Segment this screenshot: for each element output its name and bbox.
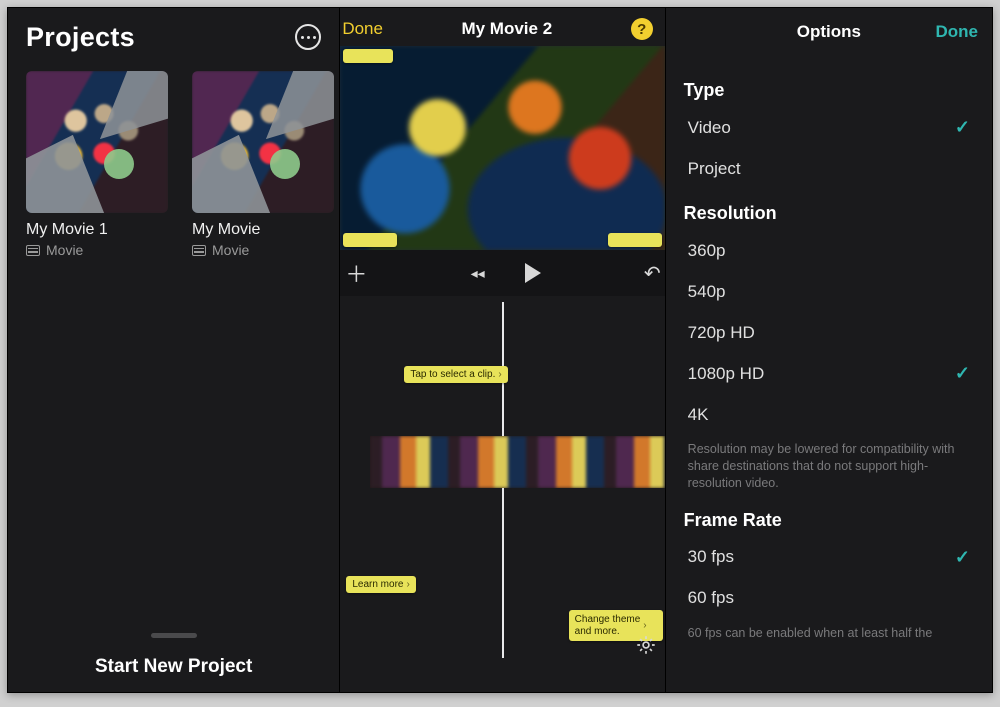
project-item[interactable]: My Movie Movie <box>192 71 334 258</box>
option-row-project[interactable]: Project ✓ <box>666 148 992 189</box>
skip-back-icon[interactable]: ◂◂ <box>471 265 485 282</box>
checkmark-icon: ✓ <box>955 117 970 138</box>
option-row-720p[interactable]: 720p HD ✓ <box>666 312 992 353</box>
help-icon[interactable]: ? <box>631 18 653 40</box>
projects-grid: My Movie 1 Movie My Movie Movie <box>8 57 339 258</box>
sheet-grabber[interactable] <box>151 633 197 638</box>
chevron-right-icon: › <box>643 620 646 632</box>
project-thumbnail[interactable] <box>26 71 168 213</box>
add-media-icon[interactable]: ＋ <box>344 257 367 289</box>
option-row-video[interactable]: Video ✓ <box>666 107 992 148</box>
checkmark-icon: ✓ <box>955 363 970 384</box>
done-button[interactable]: Done <box>936 22 979 42</box>
tooltip-tip[interactable] <box>608 233 662 247</box>
movie-title: My Movie 2 <box>461 19 552 39</box>
project-name: My Movie <box>192 221 334 239</box>
done-button[interactable]: Done <box>340 19 383 39</box>
start-new-project-button[interactable]: Start New Project <box>8 656 339 678</box>
checkmark-icon: ✓ <box>955 547 970 568</box>
tooltip-tip[interactable] <box>343 233 397 247</box>
framerate-note: 60 fps can be enabled when at least half… <box>666 619 992 646</box>
projects-panel: Projects My Movie 1 Movie My Mov <box>8 8 340 692</box>
option-row-540p[interactable]: 540p ✓ <box>666 271 992 312</box>
settings-gear-icon[interactable] <box>635 634 657 656</box>
more-icon[interactable] <box>295 24 321 50</box>
tooltip-tip[interactable] <box>343 49 393 63</box>
tooltip-learn-more[interactable]: Learn more › <box>346 576 415 593</box>
movie-icon <box>192 245 206 256</box>
video-preview[interactable] <box>340 46 664 250</box>
section-label-framerate: Frame Rate <box>666 496 992 537</box>
timeline-clip[interactable] <box>370 436 664 488</box>
project-name: My Movie 1 <box>26 221 168 239</box>
editor-panel: Done My Movie 2 ? ＋ ◂◂ ↶ Tap to select a… <box>340 8 665 692</box>
undo-icon[interactable]: ↶ <box>644 261 661 286</box>
option-row-4k[interactable]: 4K ✓ <box>666 394 992 435</box>
tooltip-select-clip[interactable]: Tap to select a clip. › <box>404 366 507 383</box>
section-label-type: Type <box>666 74 992 107</box>
movie-icon <box>26 245 40 256</box>
options-panel: Options Done Type Video ✓ Project ✓ Reso… <box>666 8 992 692</box>
timeline[interactable]: Tap to select a clip. › Learn more › Cha… <box>340 296 664 664</box>
play-icon[interactable] <box>525 263 541 283</box>
project-type: Movie <box>26 242 168 258</box>
option-row-30fps[interactable]: 30 fps ✓ <box>666 537 992 578</box>
section-label-resolution: Resolution <box>666 189 992 230</box>
project-item[interactable]: My Movie 1 Movie <box>26 71 168 258</box>
resolution-note: Resolution may be lowered for compatibil… <box>666 435 992 496</box>
option-row-1080p[interactable]: 1080p HD ✓ <box>666 353 992 394</box>
option-row-360p[interactable]: 360p ✓ <box>666 230 992 271</box>
chevron-right-icon: › <box>498 369 501 380</box>
chevron-right-icon: › <box>406 579 409 590</box>
projects-title: Projects <box>26 22 135 53</box>
options-title: Options <box>797 22 861 42</box>
transport-bar: ＋ ◂◂ ↶ <box>340 250 664 296</box>
option-row-60fps[interactable]: 60 fps ✓ <box>666 578 992 619</box>
project-thumbnail[interactable] <box>192 71 334 213</box>
project-type: Movie <box>192 242 334 258</box>
